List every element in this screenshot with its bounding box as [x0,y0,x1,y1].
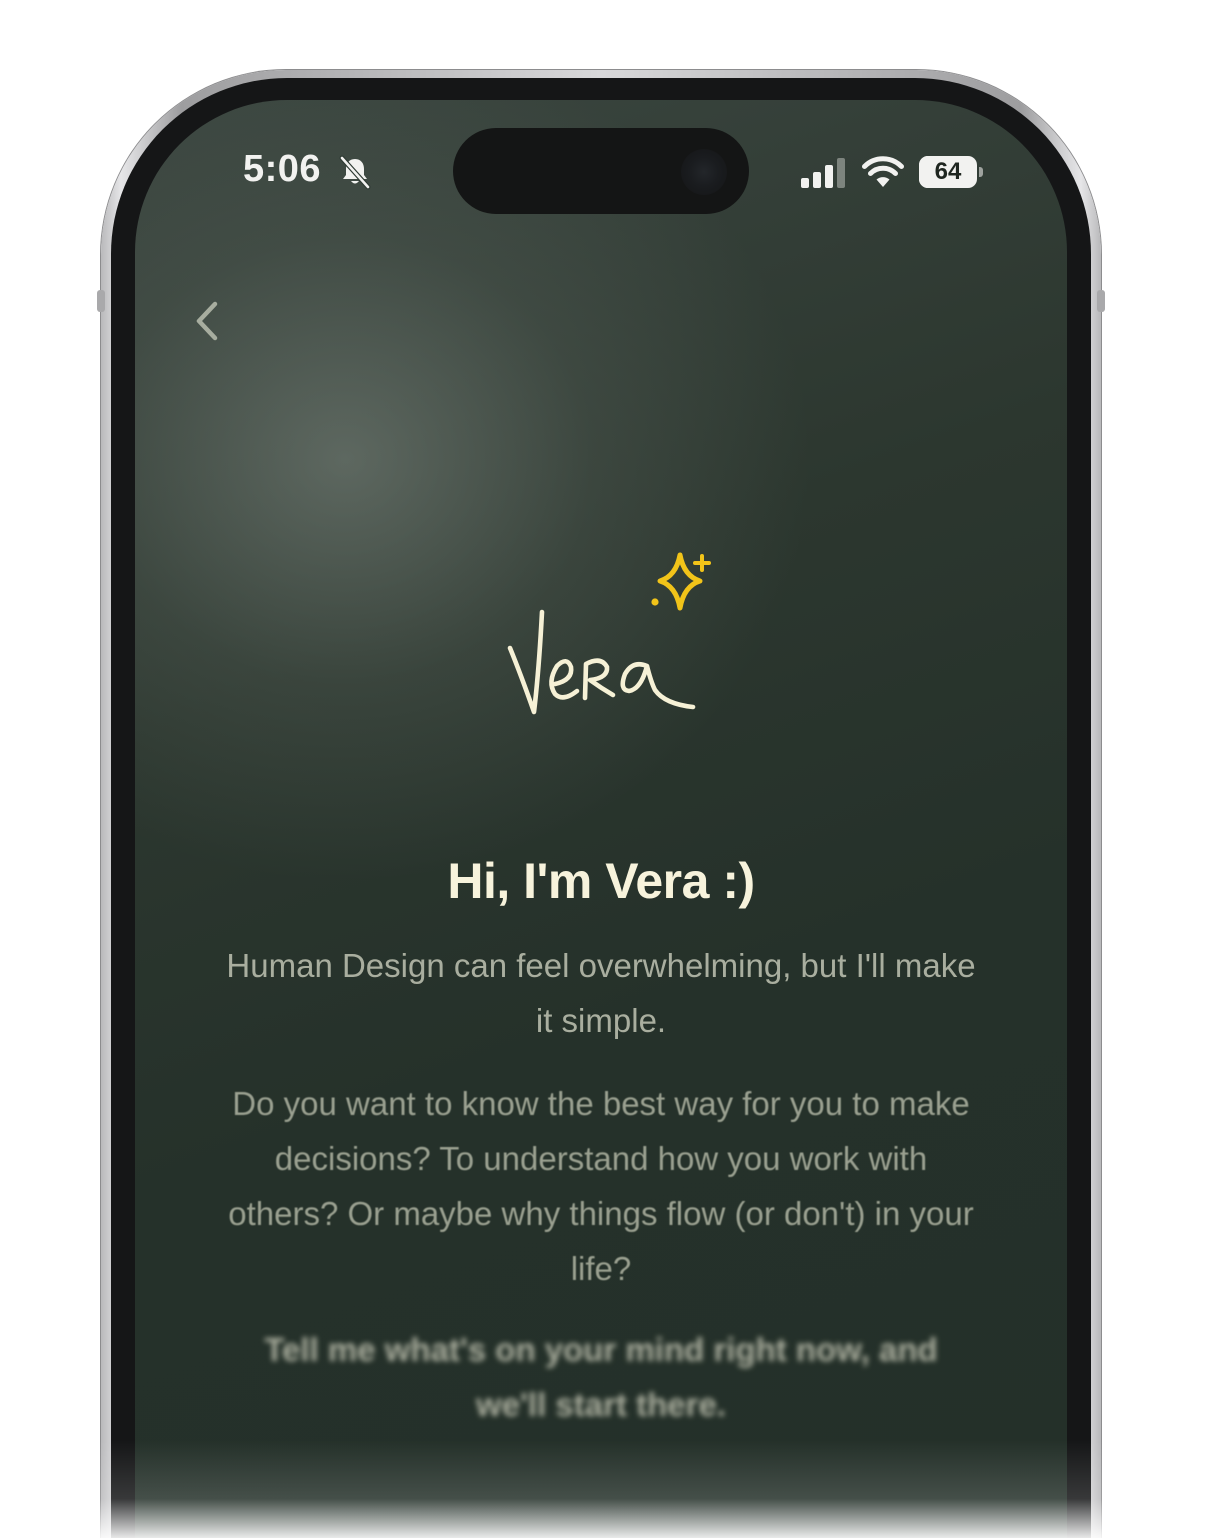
status-time: 5:06 [243,148,322,190]
chevron-left-icon [196,301,218,341]
sparkle-icon [651,552,711,611]
vera-wordmark [507,609,696,715]
battery-icon: 64 [919,156,985,188]
volume-button [97,290,105,312]
greeting-heading: Hi, I'm Vera :) [447,853,755,909]
questions-text: Do you want to know the best way for you… [228,1085,974,1287]
dynamic-island [453,128,749,214]
battery-cap [979,167,983,177]
app-screen: 5:06 64 Hi, I'm Vera:) Human Design can… [135,100,1067,1538]
battery-percent: 64 [934,158,962,185]
front-camera [681,149,727,195]
vera-logo [507,552,711,715]
intro-text: Human Design can feel overwhelming, but … [226,947,976,1039]
wifi-icon [862,156,904,187]
device-mockup: 5:06 64 Hi, I'm Vera:) Human Design can… [0,0,1211,1538]
back-button[interactable] [185,290,233,352]
cellular-signal-icon [801,158,845,188]
call-to-action-text: Tell me what's on your mind right now, a… [264,1331,938,1423]
bell-slash-icon [339,155,371,190]
power-button [1097,290,1105,312]
